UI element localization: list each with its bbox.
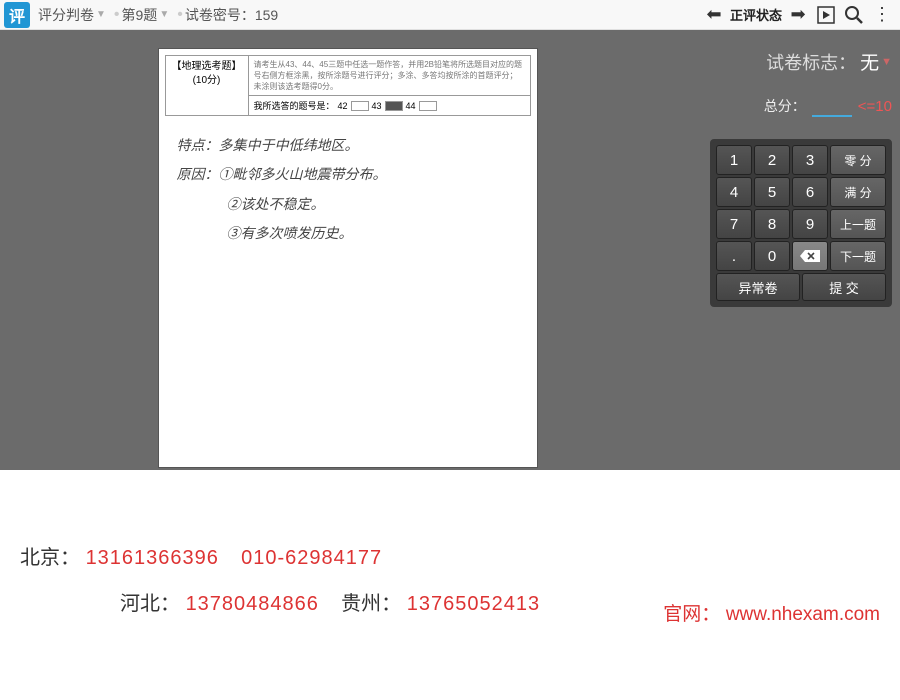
paper-mark-dropdown[interactable]: 试卷标志： 无 ▼	[766, 48, 892, 75]
scan-viewport[interactable]: 【地理选考题】 (10分) 请考生从43、44、45三题中任选一题作答，并用2B…	[0, 30, 695, 470]
footer-row-others: 河北： 13780484866 贵州： 13765052413 官网： www.…	[120, 586, 880, 622]
paper-mark-label: 试卷标志：	[766, 49, 856, 75]
next-arrow-icon[interactable]: ➡	[784, 1, 812, 29]
app-logo: 评	[4, 2, 30, 28]
grading-status: 正评状态	[730, 5, 782, 24]
keypad-7[interactable]: 7	[716, 209, 752, 239]
separator: •	[114, 6, 120, 24]
total-score-input[interactable]	[812, 95, 852, 117]
checkbox-icon	[351, 101, 369, 111]
caret-down-icon: ▼	[159, 9, 169, 20]
hw-line: ②该处不稳定。	[227, 191, 519, 220]
caret-down-icon: ▼	[881, 56, 892, 68]
keypad-zero-score[interactable]: 零 分	[830, 145, 886, 175]
keypad-0[interactable]: 0	[754, 241, 790, 271]
score-keypad: 1 2 3 零 分 4 5 6 满 分 7 8 9 上一题 . 0	[710, 139, 892, 307]
total-label: 总分：	[764, 96, 806, 116]
bj-label: 北京：	[20, 547, 80, 569]
bj-phone1: 13161366396	[86, 547, 219, 569]
hw-line: 原因：①毗邻多火山地震带分布。	[177, 161, 519, 190]
question-label: 第9题	[122, 5, 158, 25]
answer-sheet: 【地理选考题】 (10分) 请考生从43、44、45三题中任选一题作答，并用2B…	[158, 48, 538, 468]
total-score-row: 总分： <=10	[764, 95, 892, 117]
opt-43: 43	[372, 101, 382, 111]
keypad-9[interactable]: 9	[792, 209, 828, 239]
keypad-1[interactable]: 1	[716, 145, 752, 175]
sheet-instruction: 请考生从43、44、45三题中任选一题作答，并用2B铅笔将所选题目对应的题号右侧…	[249, 56, 530, 95]
sheet-header: 【地理选考题】 (10分) 请考生从43、44、45三题中任选一题作答，并用2B…	[165, 55, 531, 116]
hb-label: 河北：	[120, 593, 180, 615]
more-vert-icon[interactable]: ⋮	[868, 1, 896, 29]
app-name-dropdown[interactable]: 评分判卷 ▼	[38, 5, 106, 25]
choice-row: 我所选答的题号是： 42 43 44	[249, 95, 530, 115]
keypad-backspace[interactable]	[792, 241, 828, 271]
section-title-box: 【地理选考题】 (10分)	[166, 56, 249, 115]
grading-panel: 试卷标志： 无 ▼ 总分： <=10 1 2 3 零 分 4 5 6 满 分 7	[695, 30, 900, 470]
secret-label: 试卷密号：	[185, 5, 255, 25]
paper-mark-value: 无	[860, 48, 879, 75]
checkbox-filled-icon	[385, 101, 403, 111]
footer-row-beijing: 北京： 13161366396 010-62984177	[20, 540, 880, 576]
hw-line: 特点：多集中于中低纬地区。	[177, 132, 519, 161]
question-dropdown[interactable]: 第9题 ▼	[122, 5, 170, 25]
keypad-prev-question[interactable]: 上一题	[830, 209, 886, 239]
main-area: 【地理选考题】 (10分) 请考生从43、44、45三题中任选一题作答，并用2B…	[0, 30, 900, 470]
sheet-header-right: 请考生从43、44、45三题中任选一题作答，并用2B铅笔将所选题目对应的题号右侧…	[249, 56, 530, 115]
keypad-2[interactable]: 2	[754, 145, 790, 175]
section-points: (10分)	[172, 74, 242, 88]
app-name-label: 评分判卷	[38, 5, 94, 25]
caret-down-icon: ▼	[96, 9, 106, 20]
choice-label: 我所选答的题号是：	[254, 99, 335, 112]
footer-site: 官网： www.nhexam.com	[663, 596, 880, 632]
gz-phone: 13765052413	[407, 593, 540, 615]
keypad-5[interactable]: 5	[754, 177, 790, 207]
gz-label: 贵州：	[341, 593, 401, 615]
max-score-hint: <=10	[858, 98, 892, 115]
handwritten-answer: 特点：多集中于中低纬地区。 原因：①毗邻多火山地震带分布。 ②该处不稳定。 ③有…	[159, 122, 537, 260]
checkbox-icon	[419, 101, 437, 111]
site-label: 官网：	[663, 604, 720, 625]
keypad-4[interactable]: 4	[716, 177, 752, 207]
keypad-3[interactable]: 3	[792, 145, 828, 175]
footer-contact: 北京： 13161366396 010-62984177 河北： 1378048…	[0, 470, 900, 632]
top-toolbar: 评 评分判卷 ▼ • 第9题 ▼ • 试卷密号： 159 ⬅ 正评状态 ➡ ⋮	[0, 0, 900, 30]
keypad-dot[interactable]: .	[716, 241, 752, 271]
opt-42: 42	[338, 101, 348, 111]
keypad-abnormal[interactable]: 异常卷	[716, 273, 800, 301]
hb-phone: 13780484866	[186, 593, 319, 615]
secret-value: 159	[255, 7, 278, 23]
opt-44: 44	[406, 101, 416, 111]
keypad-full-score[interactable]: 满 分	[830, 177, 886, 207]
bj-phone2: 010-62984177	[241, 547, 382, 569]
secret-display: 试卷密号： 159	[185, 5, 278, 25]
keypad-6[interactable]: 6	[792, 177, 828, 207]
separator: •	[177, 6, 183, 24]
keypad-8[interactable]: 8	[754, 209, 790, 239]
section-title: 【地理选考题】	[172, 60, 242, 74]
site-url[interactable]: www.nhexam.com	[726, 604, 880, 625]
keypad-submit[interactable]: 提 交	[802, 273, 886, 301]
keypad-next-question[interactable]: 下一题	[830, 241, 886, 271]
prev-arrow-icon[interactable]: ⬅	[700, 1, 728, 29]
search-icon[interactable]	[840, 1, 868, 29]
hw-line: ③有多次喷发历史。	[227, 220, 519, 249]
play-box-icon[interactable]	[812, 1, 840, 29]
